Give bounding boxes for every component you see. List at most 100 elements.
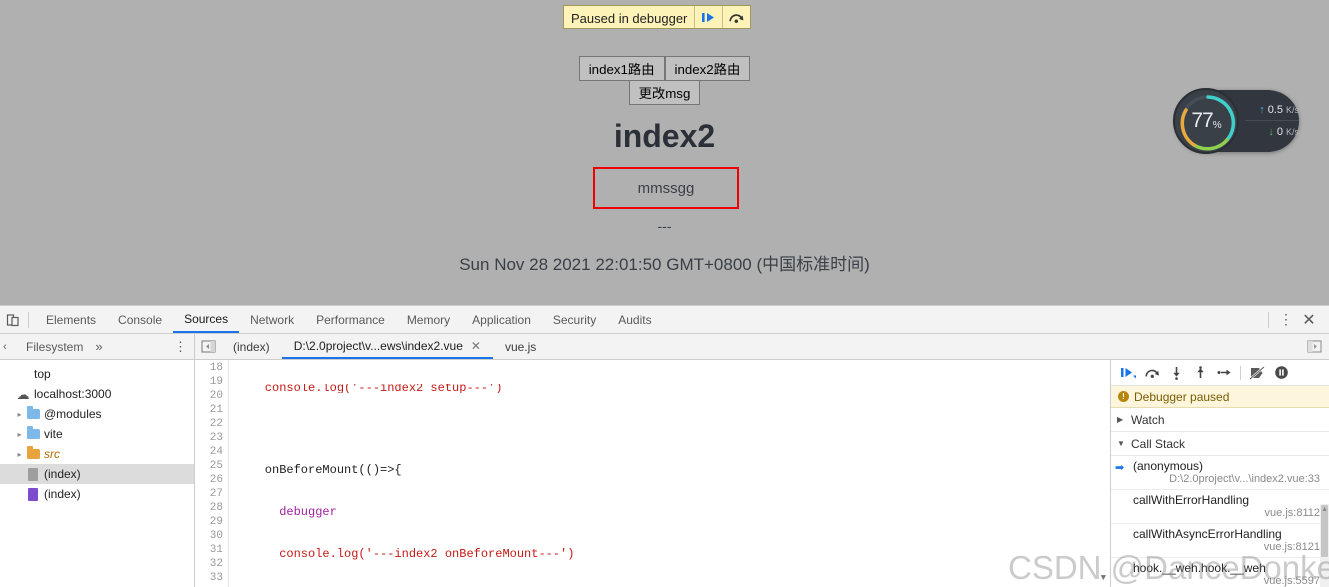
editor-scroll-down-icon[interactable]: ▼ xyxy=(1101,573,1106,583)
tab-security[interactable]: Security xyxy=(542,306,607,333)
controls-divider xyxy=(1240,365,1241,380)
line-number: 29 xyxy=(209,516,223,528)
upload-arrow-icon: ↑ xyxy=(1259,103,1265,116)
scroll-up-icon[interactable]: ▲ xyxy=(1321,506,1328,513)
tab-audits[interactable]: Audits xyxy=(607,306,662,333)
tree-item-label: (index) xyxy=(44,467,81,481)
navigator-more-tabs-icon[interactable]: » xyxy=(83,339,102,354)
step-out-icon[interactable] xyxy=(1189,362,1211,384)
code-editor[interactable]: 18 19 20 21 22 23 24 25 26 27 28 29 30 3… xyxy=(195,360,1110,587)
download-unit: K/s xyxy=(1285,127,1299,137)
call-stack-item[interactable]: callWithAsyncErrorHandling vue.js:8121 xyxy=(1111,524,1329,558)
line-number: 24 xyxy=(209,446,223,458)
info-icon: ! xyxy=(1118,391,1129,402)
navigator-options-icon[interactable]: ⋮ xyxy=(174,339,187,355)
editor-panel-toggle-icon[interactable] xyxy=(1301,340,1327,353)
toolbar-divider xyxy=(28,311,29,328)
toggle-navigator-icon[interactable] xyxy=(195,340,221,353)
paused-in-debugger-label: Paused in debugger xyxy=(571,10,688,26)
system-monitor-widget[interactable]: 77% ↑ 0.5 K/s ↓ 0 K/s xyxy=(1173,88,1299,154)
tab-application[interactable]: Application xyxy=(461,306,542,333)
editor-tab-index[interactable]: (index) xyxy=(221,334,282,359)
step-icon[interactable] xyxy=(1213,362,1235,384)
percent-symbol: % xyxy=(1212,120,1222,131)
editor-tab-index2-vue-label: D:\2.0project\v...ews\index2.vue xyxy=(293,338,463,353)
editor-tab-vue-js[interactable]: vue.js xyxy=(493,334,548,359)
tab-elements[interactable]: Elements xyxy=(35,306,107,333)
sources-body: top ☁ localhost:3000 ▸ @modules ▸ vite ▸… xyxy=(0,360,1329,587)
call-stack-item[interactable]: hook.__weh.hook.__weh vue.js:5597 xyxy=(1111,558,1329,587)
step-over-icon[interactable] xyxy=(722,6,750,28)
tree-item-vite[interactable]: ▸ vite xyxy=(0,424,194,444)
debugger-paused-text: Debugger paused xyxy=(1134,389,1230,404)
change-msg-button[interactable]: 更改msg xyxy=(628,80,701,105)
call-stack-list: ➡ (anonymous) D:\2.0project\v...\index2.… xyxy=(1111,456,1329,587)
folder-icon xyxy=(25,406,41,419)
more-options-icon[interactable]: ⋮ xyxy=(1275,311,1297,328)
line-number: 31 xyxy=(209,544,223,556)
code-content[interactable]: console.log('---index2 setup---') onBefo… xyxy=(229,360,1110,587)
tab-memory[interactable]: Memory xyxy=(396,306,461,333)
twisty-icon[interactable]: ▸ xyxy=(14,430,25,439)
tree-item-label: vite xyxy=(44,427,63,441)
code-line: console.log('---index2 setup---') xyxy=(236,384,503,393)
chevron-right-icon: ▶ xyxy=(1117,415,1124,424)
route-buttons-row: index1路由 index2路由 xyxy=(0,56,1329,81)
call-stack-scrollbar[interactable] xyxy=(1320,504,1329,587)
call-stack-item[interactable]: ➡ (anonymous) D:\2.0project\v...\index2.… xyxy=(1111,456,1329,490)
tab-performance[interactable]: Performance xyxy=(305,306,396,333)
section-watch[interactable]: ▶ Watch xyxy=(1111,408,1329,432)
twisty-icon[interactable]: ▸ xyxy=(14,450,25,459)
line-number: 26 xyxy=(209,474,223,486)
call-stack-location: vue.js:5597 xyxy=(1263,575,1320,587)
rendered-web-page: Paused in debugger index1路由 index2路由 更改ms… xyxy=(0,0,1329,305)
file-navigator: top ☁ localhost:3000 ▸ @modules ▸ vite ▸… xyxy=(0,360,195,587)
editor-tab-index-label: (index) xyxy=(233,339,270,354)
cpu-percent-value: 77% xyxy=(1191,109,1222,132)
datetime-text: Sun Nov 28 2021 22:01:50 GMT+0800 (中国标准时… xyxy=(459,255,870,274)
section-call-stack[interactable]: ▼ Call Stack xyxy=(1111,432,1329,456)
network-rates: ↑ 0.5 K/s ↓ 0 K/s xyxy=(1245,99,1299,143)
debugger-controls xyxy=(1111,360,1329,386)
tab-network[interactable]: Network xyxy=(239,306,305,333)
tree-item-modules[interactable]: ▸ @modules xyxy=(0,404,194,424)
tree-item-localhost[interactable]: ☁ localhost:3000 xyxy=(0,384,194,404)
pause-on-exceptions-icon[interactable] xyxy=(1270,362,1292,384)
resume-script-icon[interactable] xyxy=(694,6,722,28)
close-tab-icon[interactable]: ✕ xyxy=(471,339,481,353)
tree-item-src[interactable]: ▸ src xyxy=(0,444,194,464)
index1-route-button[interactable]: index1路由 xyxy=(578,56,665,81)
upload-rate-row: ↑ 0.5 K/s xyxy=(1245,99,1299,121)
close-devtools-icon[interactable]: ✕ xyxy=(1297,310,1321,330)
editor-tab-index2-vue[interactable]: D:\2.0project\v...ews\index2.vue ✕ xyxy=(281,334,493,359)
change-msg-row: 更改msg xyxy=(0,80,1329,105)
tab-console[interactable]: Console xyxy=(107,306,173,333)
devtools-panel: Elements Console Sources Network Perform… xyxy=(0,305,1329,587)
tab-sources[interactable]: Sources xyxy=(173,306,240,333)
editor-tab-bar: (index) D:\2.0project\v...ews\index2.vue… xyxy=(195,334,1329,359)
tree-item-top[interactable]: top xyxy=(0,364,194,384)
deactivate-breakpoints-icon[interactable] xyxy=(1246,362,1268,384)
tree-item-index-purple[interactable]: (index) xyxy=(0,484,194,504)
sources-sub-toolbar: ‹ Filesystem » ⋮ (index) D:\2.0project\v… xyxy=(0,334,1329,360)
twisty-icon[interactable]: ▸ xyxy=(14,410,25,419)
devtools-tab-bar: Elements Console Sources Network Perform… xyxy=(0,306,1329,334)
step-into-icon[interactable] xyxy=(1165,362,1187,384)
navigator-tab-filesystem[interactable]: Filesystem xyxy=(0,340,83,354)
line-number-gutter: 18 19 20 21 22 23 24 25 26 27 28 29 30 3… xyxy=(195,360,229,587)
index2-route-button[interactable]: index2路由 xyxy=(664,56,751,81)
resume-icon[interactable] xyxy=(1117,362,1139,384)
call-stack-location: vue.js:8112 xyxy=(1264,507,1320,519)
tree-item-label: (index) xyxy=(44,487,81,501)
call-stack-location: vue.js:8121 xyxy=(1263,541,1320,553)
code-line: console.log('---index2 onBeforeMount---'… xyxy=(236,547,575,561)
call-stack-item[interactable]: callWithErrorHandling vue.js:8112 xyxy=(1111,490,1329,524)
navigator-scroll-left-icon[interactable]: ‹ xyxy=(3,341,7,353)
call-stack-name: callWithAsyncErrorHandling xyxy=(1133,527,1282,541)
cpu-gauge: 77% xyxy=(1173,88,1239,154)
step-over-icon[interactable] xyxy=(1141,362,1163,384)
tree-item-index-grey[interactable]: (index) xyxy=(0,464,194,484)
device-toolbar-icon[interactable] xyxy=(0,307,26,333)
line-number: 28 xyxy=(209,502,223,514)
